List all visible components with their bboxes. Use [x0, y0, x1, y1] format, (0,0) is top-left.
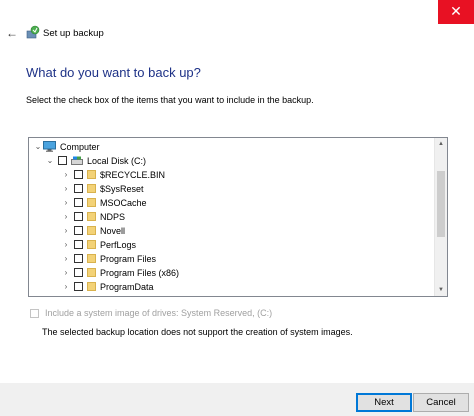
tree-item-checkbox[interactable] — [74, 170, 83, 179]
collapse-chevron-icon[interactable]: ⌄ — [33, 142, 43, 151]
expand-chevron-icon[interactable]: › — [61, 240, 71, 249]
tree-item-folder[interactable]: › $SysReset — [61, 182, 144, 195]
system-image-label: Include a system image of drives: System… — [45, 308, 273, 318]
system-image-checkbox — [30, 308, 39, 318]
tree-item-folder[interactable]: › Program Files — [61, 252, 156, 265]
folder-icon — [87, 170, 96, 179]
backup-app-icon — [26, 25, 40, 39]
folder-icon — [87, 184, 96, 193]
back-button[interactable]: ← — [5, 26, 19, 40]
expand-chevron-icon[interactable]: › — [61, 212, 71, 221]
scroll-down-arrow-icon[interactable]: ▼ — [435, 284, 447, 296]
folder-icon — [87, 240, 96, 249]
folder-icon — [87, 198, 96, 207]
instruction-text: Select the check box of the items that y… — [26, 95, 314, 105]
tree-item-label: ProgramData — [100, 281, 154, 292]
tree-item-label: $SysReset — [100, 183, 144, 194]
dialog-footer: Next Cancel — [0, 383, 474, 416]
close-button[interactable]: ✕ — [438, 0, 474, 24]
expand-chevron-icon[interactable]: › — [61, 282, 71, 291]
tree-item-folder[interactable]: › $RECYCLE.BIN — [61, 168, 165, 181]
expand-chevron-icon[interactable]: › — [61, 198, 71, 207]
tree-item-label: Program Files — [100, 253, 157, 264]
folder-icon — [87, 226, 96, 235]
tree-item-label: Computer — [60, 141, 100, 152]
tree-item-checkbox[interactable] — [74, 282, 83, 291]
folder-icon — [87, 268, 96, 277]
tree-item-computer[interactable]: ⌄ Computer — [33, 140, 100, 153]
tree-item-label: $RECYCLE.BIN — [100, 169, 166, 180]
computer-icon — [43, 141, 56, 152]
expand-chevron-icon[interactable]: › — [61, 170, 71, 179]
tree-item-label: NDPS — [100, 211, 126, 222]
tree-item-label: MSOCache — [100, 197, 147, 208]
scroll-thumb[interactable] — [437, 171, 445, 237]
back-arrow-icon: ← — [6, 26, 18, 40]
tree-item-label: Local Disk (C:) — [87, 155, 147, 166]
tree-item-folder[interactable]: › ProgramData — [61, 280, 154, 293]
expand-chevron-icon[interactable]: › — [61, 184, 71, 193]
folder-icon — [87, 212, 96, 221]
tree-item-folder[interactable]: › MSOCache — [61, 196, 147, 209]
tree-item-local-disk[interactable]: ⌄ Local Disk (C:) — [45, 154, 146, 167]
tree-item-folder[interactable]: › PerfLogs — [61, 238, 136, 251]
expand-chevron-icon[interactable]: › — [61, 254, 71, 263]
next-button[interactable]: Next — [356, 393, 412, 412]
tree-item-checkbox[interactable] — [74, 212, 83, 221]
window-title: Set up backup — [43, 28, 104, 39]
close-icon: ✕ — [450, 3, 462, 19]
cancel-button[interactable]: Cancel — [413, 393, 469, 412]
tree-scrollbar[interactable]: ▲ ▼ — [434, 138, 447, 296]
tree-item-folder[interactable]: › NDPS — [61, 210, 125, 223]
tree-item-checkbox[interactable] — [74, 268, 83, 277]
page-heading: What do you want to back up? — [26, 65, 201, 80]
collapse-chevron-icon[interactable]: ⌄ — [45, 156, 55, 165]
expand-chevron-icon[interactable]: › — [61, 268, 71, 277]
tree-item-checkbox[interactable] — [74, 226, 83, 235]
tree-item-checkbox[interactable] — [58, 156, 67, 165]
tree-item-checkbox[interactable] — [74, 198, 83, 207]
tree-item-folder[interactable]: › Novell — [61, 224, 125, 237]
expand-chevron-icon[interactable]: › — [61, 226, 71, 235]
folder-icon — [87, 282, 96, 291]
backup-items-tree[interactable]: ⌄ Computer ⌄ Local Disk (C:) › $RECYCLE.… — [28, 137, 448, 297]
tree-item-checkbox[interactable] — [74, 184, 83, 193]
system-image-note: The selected backup location does not su… — [42, 327, 353, 337]
tree-item-label: PerfLogs — [100, 239, 137, 250]
folder-icon — [87, 254, 96, 263]
tree-item-checkbox[interactable] — [74, 254, 83, 263]
scroll-up-arrow-icon[interactable]: ▲ — [435, 138, 447, 150]
tree-item-label: Novell — [100, 225, 126, 236]
system-image-option: Include a system image of drives: System… — [28, 308, 272, 318]
disk-icon — [71, 156, 83, 165]
tree-item-label: Program Files (x86) — [100, 267, 180, 278]
tree-item-checkbox[interactable] — [74, 240, 83, 249]
tree-item-folder[interactable]: › Program Files (x86) — [61, 266, 179, 279]
